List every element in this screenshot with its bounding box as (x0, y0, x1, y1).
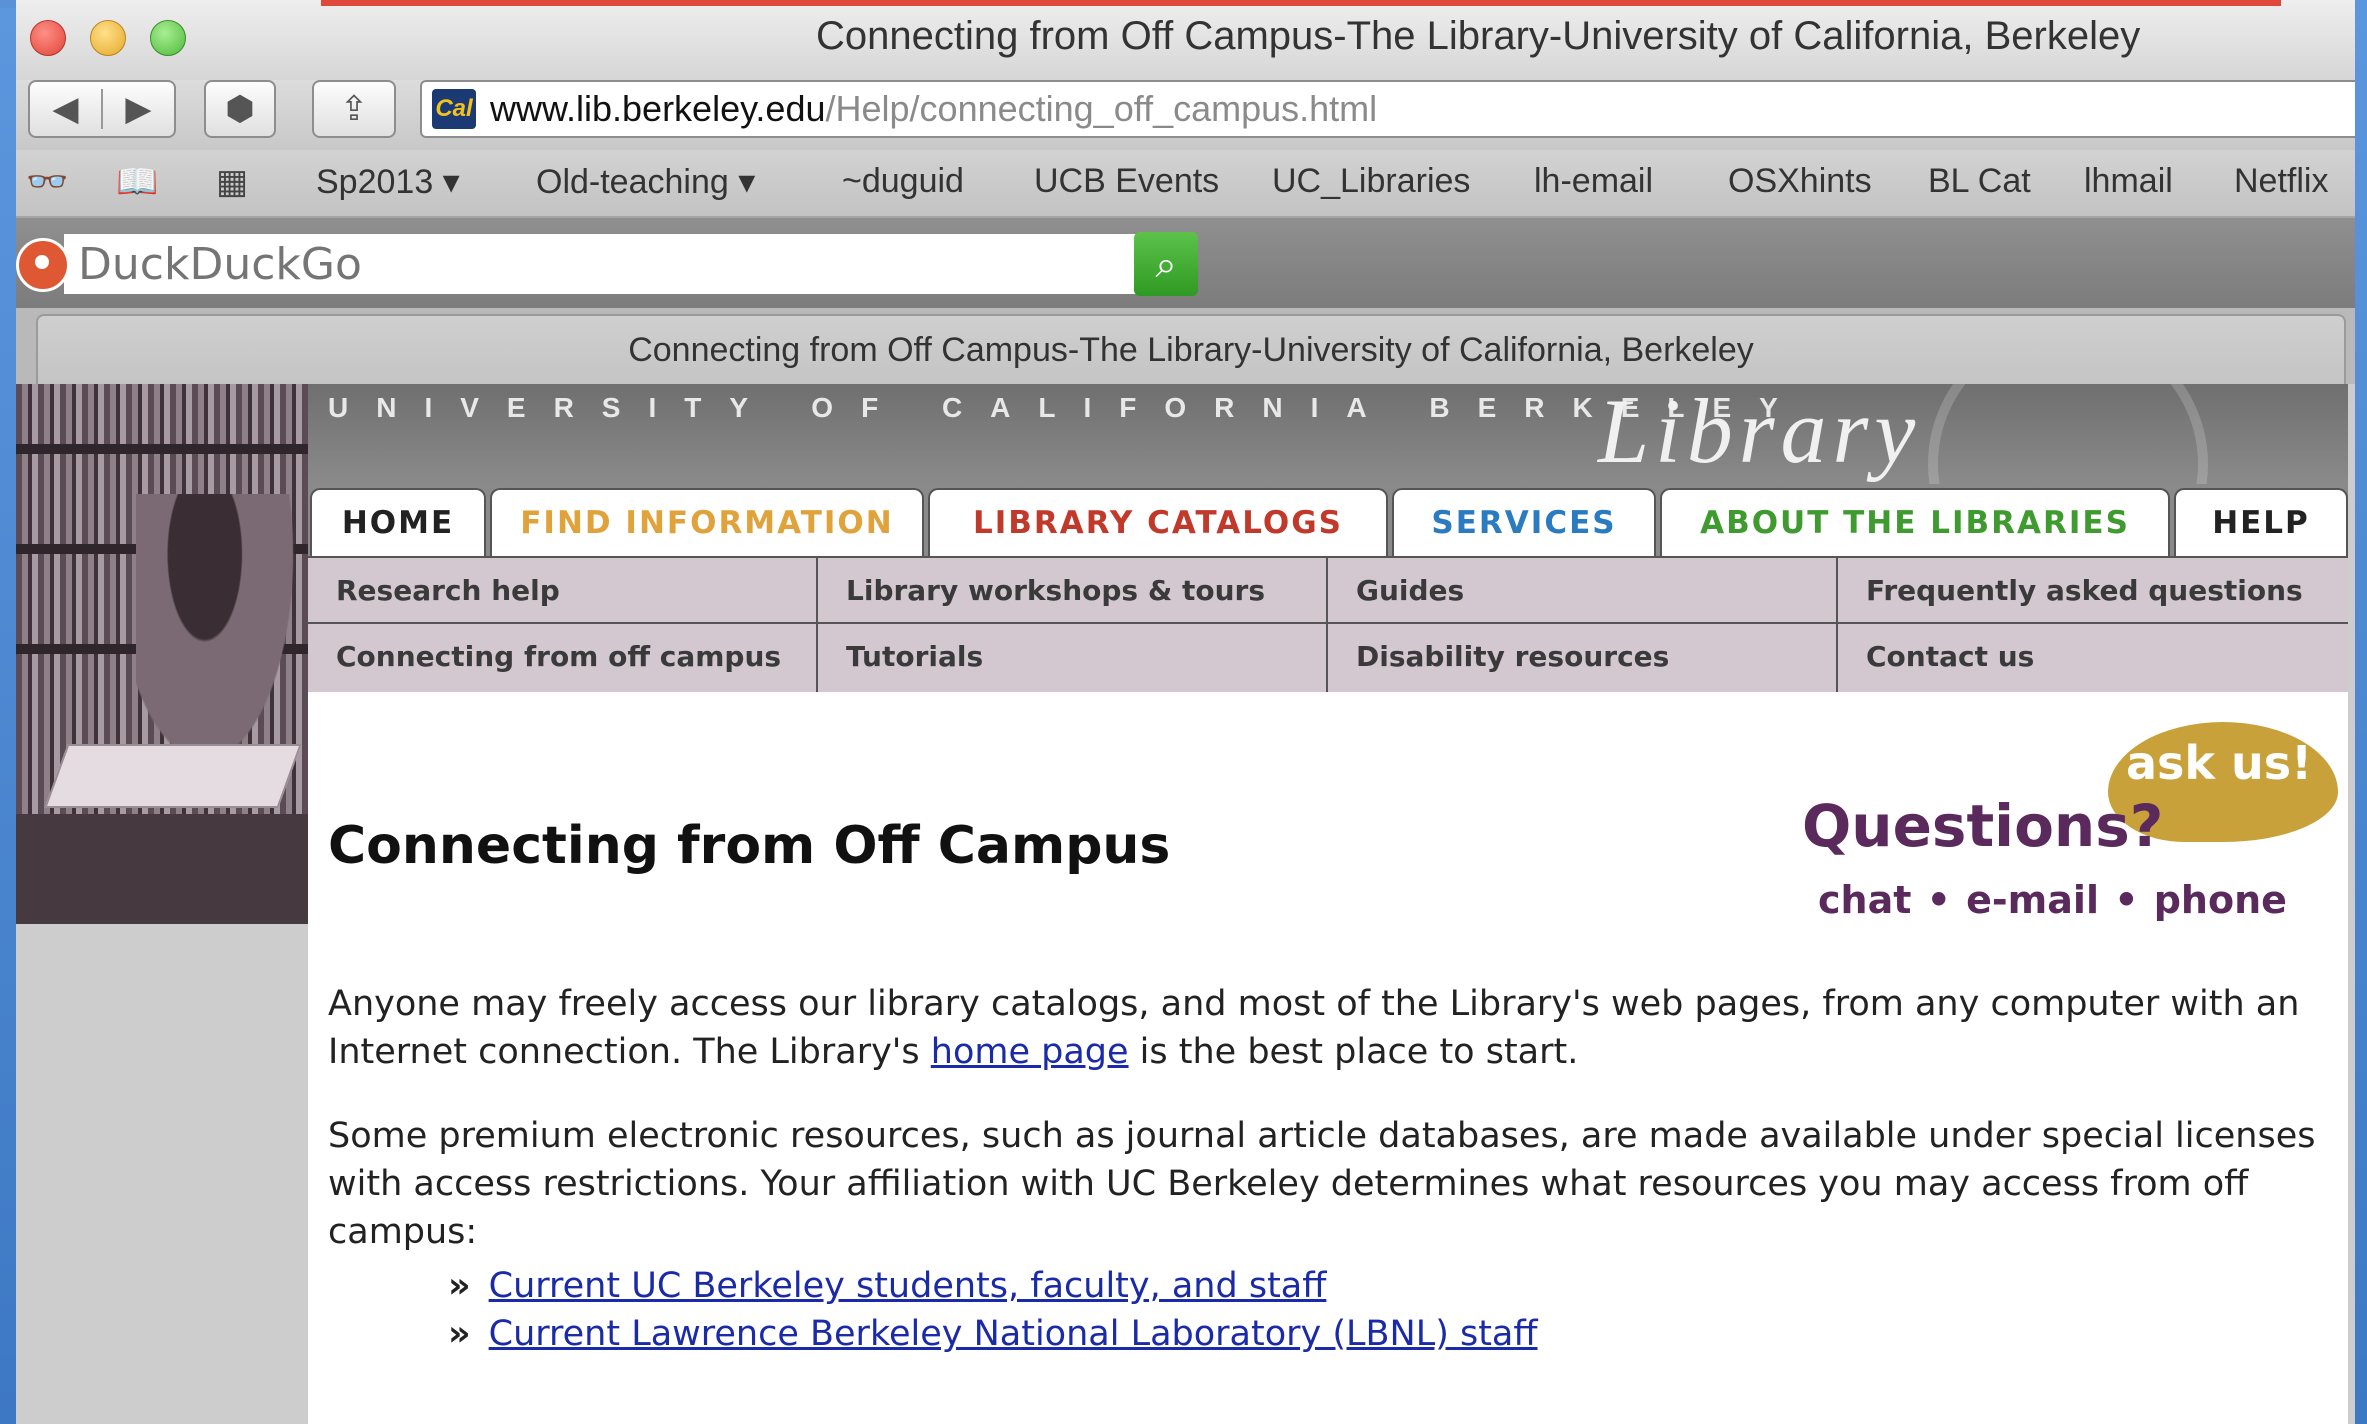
submenu-tutorials[interactable]: Tutorials (818, 624, 983, 688)
top-sites-grid-icon[interactable]: ▦ (216, 162, 248, 202)
back-forward-buttons: ◀ ▶ (28, 80, 176, 138)
main-navigation: HOME FIND INFORMATION LIBRARY CATALOGS S… (308, 484, 2348, 556)
share-icon: ⇪ (339, 89, 369, 129)
url-path: /Help/connecting_off_campus.html (825, 88, 1378, 129)
open-book (44, 744, 302, 808)
list-item: » Current Lawrence Berkeley National Labo… (448, 1314, 1538, 1354)
tab-library-catalogs[interactable]: LIBRARY CATALOGS (928, 488, 1388, 556)
home-page-link[interactable]: home page (931, 1032, 1129, 1072)
list-item: » Current UC Berkeley students, faculty, … (448, 1266, 1326, 1306)
main-content: ask us! Questions? chat • e-mail • phone… (308, 692, 2348, 1424)
submenu-connecting-off-campus[interactable]: Connecting from off campus (308, 624, 781, 688)
tab-find-information[interactable]: FIND INFORMATION (490, 488, 924, 556)
bullet: » (448, 1266, 471, 1306)
submenu-contact-us[interactable]: Contact us (1838, 624, 2034, 688)
bookmark-duguid[interactable]: ~duguid (842, 162, 964, 201)
title-accent (321, 0, 2281, 6)
bookmark-lh-email[interactable]: lh-email (1534, 162, 1653, 201)
tab-bar: Connecting from Off Campus-The Library-U… (16, 308, 2355, 386)
questions-heading[interactable]: Questions? (1802, 792, 2163, 860)
url-domain: www.lib.berkeley.edu (490, 88, 826, 129)
search-button[interactable]: ⌕ (1134, 232, 1198, 296)
tab-home-label: HOME (341, 505, 455, 541)
bookmark-netflix[interactable]: Netflix (2234, 162, 2328, 201)
university-seal-icon (1928, 384, 2208, 484)
library-banner[interactable]: UNIVERSITY OF CALIFORNIA BERKELEY Librar… (308, 384, 2348, 484)
title-bar: Connecting from Off Campus-The Library-U… (16, 0, 2355, 80)
close-window-button[interactable] (30, 20, 66, 56)
submenu-guides[interactable]: Guides (1328, 558, 1464, 622)
help-submenu: Research help Library workshops & tours … (308, 556, 2348, 694)
bookmark-lhmail[interactable]: lhmail (2084, 162, 2173, 201)
tab-services-label: SERVICES (1431, 505, 1617, 541)
reading-list-icon[interactable]: 👓 (26, 162, 68, 202)
duckduckgo-logo-icon (16, 238, 70, 292)
ask-us-label[interactable]: ask us! (2126, 736, 2312, 790)
back-icon[interactable]: ◀ (30, 89, 101, 129)
submenu-research-help[interactable]: Research help (308, 558, 560, 622)
tab-help[interactable]: HELP (2174, 488, 2348, 556)
share-button[interactable]: ⇪ (312, 80, 396, 138)
restrictions-paragraph: Some premium electronic resources, such … (328, 1116, 2316, 1252)
bookmark-ucb-events[interactable]: UCB Events (1034, 162, 1219, 201)
bookmark-osxhints[interactable]: OSXhints (1728, 162, 1872, 201)
bullet: » (448, 1314, 471, 1354)
library-reader-photo (16, 384, 308, 924)
desktop-background-right (2355, 0, 2367, 1424)
window-title: Connecting from Off Campus-The Library-U… (816, 14, 2141, 58)
intro-paragraph: Anyone may freely access our library cat… (328, 980, 2328, 1076)
ucb-affiliates-link[interactable]: Current UC Berkeley students, faculty, a… (489, 1266, 1327, 1306)
banner-university: UNIVERSITY OF CALIFORNIA BERKELEY (328, 392, 1806, 423)
reader-icon: ⬢ (225, 89, 255, 129)
desk (16, 814, 308, 924)
desktop-background (0, 0, 16, 1424)
contact-modes[interactable]: chat • e-mail • phone (1818, 878, 2287, 922)
intro-text-after: is the best place to start. (1128, 1032, 1579, 1072)
search-toolbar: ⌕ (16, 218, 2355, 308)
web-page: UNIVERSITY OF CALIFORNIA BERKELEY Librar… (16, 384, 2355, 1424)
tab-services[interactable]: SERVICES (1392, 488, 1656, 556)
browser-window: Connecting from Off Campus-The Library-U… (16, 0, 2355, 1424)
minimize-window-button[interactable] (90, 20, 126, 56)
tab-about-the-libraries[interactable]: ABOUT THE LIBRARIES (1660, 488, 2170, 556)
lbnl-staff-link[interactable]: Current Lawrence Berkeley National Labor… (489, 1314, 1538, 1354)
tab-help-label: HELP (2212, 505, 2310, 541)
browser-toolbar: ◀ ▶ ⬢ ⇪ Cal www.lib.berkeley.edu/Help/co… (16, 80, 2355, 150)
site-favicon-icon: Cal (432, 89, 476, 129)
bookmark-old-teaching[interactable]: Old-teaching ▾ (536, 162, 755, 202)
duckduckgo-search-input[interactable] (64, 234, 1144, 294)
page-title: Connecting from Off Campus (328, 816, 1171, 876)
bookmarks-bar: 👓 📖 ▦ Sp2013 ▾ Old-teaching ▾ ~duguid UC… (16, 150, 2355, 218)
tab-library-catalogs-label: LIBRARY CATALOGS (972, 505, 1344, 541)
submenu-faq[interactable]: Frequently asked questions (1838, 558, 2303, 622)
reader-button[interactable]: ⬢ (204, 80, 276, 138)
bookmark-bl-cat[interactable]: BL Cat (1928, 162, 2031, 201)
shelf (16, 444, 308, 454)
bookmarks-book-icon[interactable]: 📖 (116, 162, 158, 202)
submenu-disability-resources[interactable]: Disability resources (1328, 624, 1669, 688)
address-bar[interactable]: Cal www.lib.berkeley.edu/Help/connecting… (420, 80, 2355, 138)
submenu-workshops-tours[interactable]: Library workshops & tours (818, 558, 1265, 622)
tab-find-information-label: FIND INFORMATION (520, 505, 894, 541)
zoom-window-button[interactable] (150, 20, 186, 56)
forward-icon[interactable]: ▶ (103, 89, 174, 129)
search-icon: ⌕ (1155, 241, 1177, 286)
active-tab[interactable]: Connecting from Off Campus-The Library-U… (36, 314, 2346, 384)
banner-library-wordmark: Library (1598, 384, 1922, 482)
bookmark-uc-libraries[interactable]: UC_Libraries (1272, 162, 1470, 201)
bookmark-sp2013[interactable]: Sp2013 ▾ (316, 162, 460, 202)
tab-title: Connecting from Off Campus-The Library-U… (628, 330, 1754, 369)
tab-home[interactable]: HOME (310, 488, 486, 556)
tab-about-label: ABOUT THE LIBRARIES (1700, 505, 2130, 541)
